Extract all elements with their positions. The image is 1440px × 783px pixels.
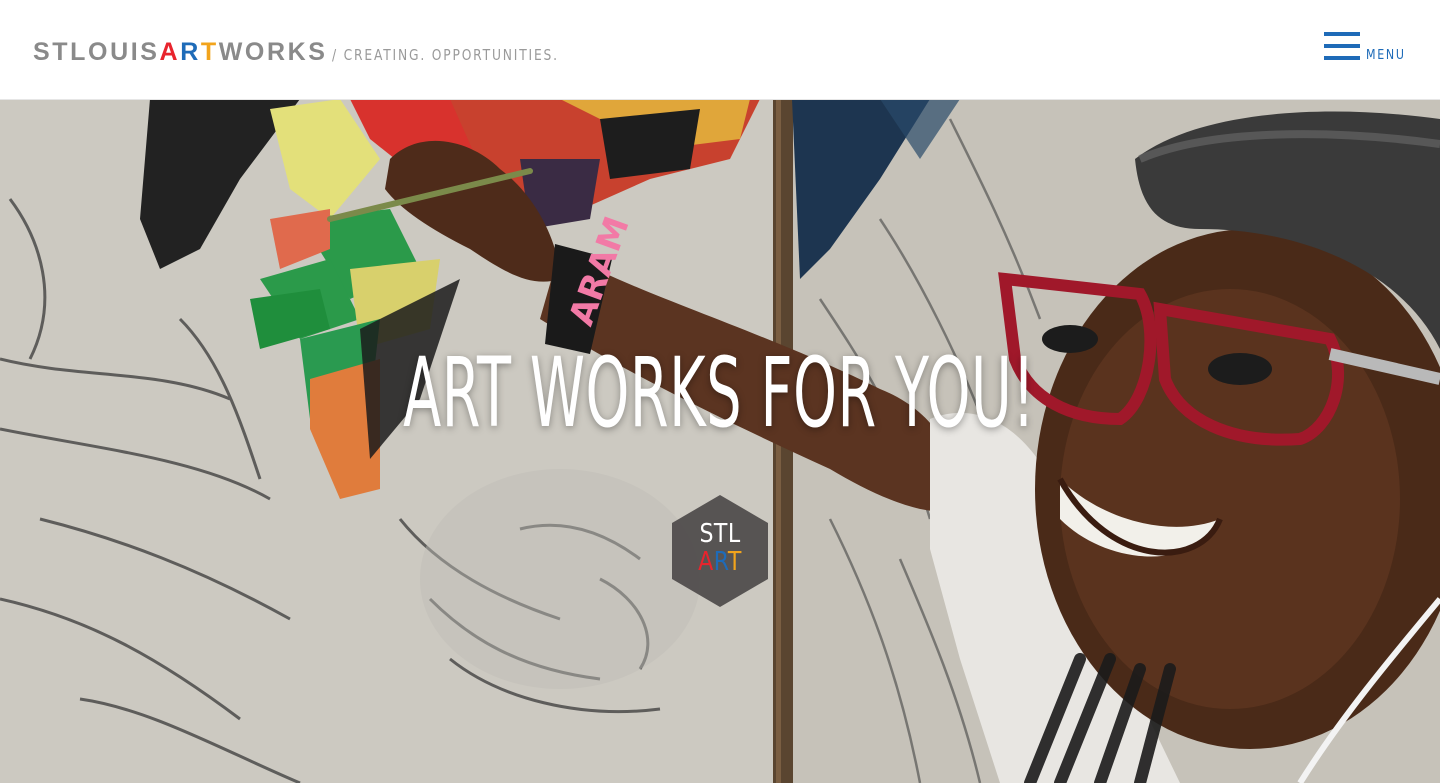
logo-wordmark[interactable]: STLOUISARTWORKS bbox=[33, 38, 328, 67]
menu-label[interactable]: MENU bbox=[1366, 48, 1406, 63]
logo-part-t: T bbox=[200, 38, 219, 66]
hamburger-icon[interactable] bbox=[1324, 32, 1360, 62]
site-logo[interactable]: STLOUISARTWORKS / CREATING. OPPORTUNITIE… bbox=[33, 38, 608, 67]
logo-part-stlouis: STLOUIS bbox=[33, 38, 160, 66]
site-header: STLOUISARTWORKS / CREATING. OPPORTUNITIE… bbox=[0, 0, 1440, 100]
hero-section: ARAM ART WORKS FOR YOU! STL ART bbox=[0, 99, 1440, 783]
logo-tagline: / CREATING. OPPORTUNITIES. bbox=[331, 46, 559, 64]
logo-part-r: R bbox=[180, 38, 201, 66]
menu-button[interactable]: MENU bbox=[1324, 30, 1406, 66]
badge-text-stl: STL bbox=[699, 519, 741, 549]
badge-text-art: ART bbox=[676, 547, 764, 577]
hero-title: ART WORKS FOR YOU! bbox=[403, 337, 1036, 449]
badge-letter-r: R bbox=[713, 547, 728, 577]
stl-art-badge: STL ART bbox=[668, 493, 772, 609]
logo-part-works: WORKS bbox=[218, 38, 328, 66]
badge-letter-a: A bbox=[698, 547, 714, 577]
logo-part-a: A bbox=[159, 38, 181, 66]
badge-letter-t: T bbox=[727, 547, 742, 577]
